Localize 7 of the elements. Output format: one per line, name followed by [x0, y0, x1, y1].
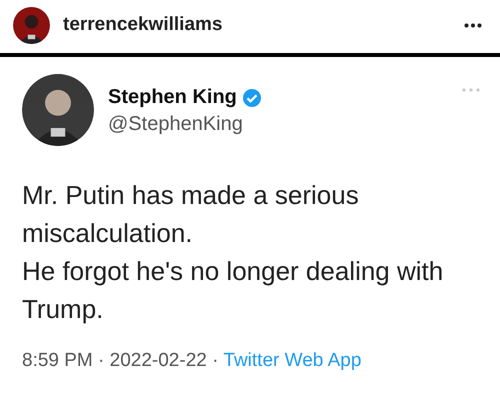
user-handle: @StephenKing: [108, 113, 244, 136]
more-icon[interactable]: [464, 22, 482, 28]
tweet-text: Mr. Putin has made a serious miscalculation.: [22, 179, 360, 250]
display-name: Stephen King: [108, 86, 237, 109]
tweet-text: He forgot he's no longer dealing with Trump.: [22, 255, 444, 326]
tweet-timestamp: 8:59 PM · 2022-02-22 ·: [22, 350, 218, 371]
username[interactable]: terrencekwilliams: [63, 14, 451, 36]
